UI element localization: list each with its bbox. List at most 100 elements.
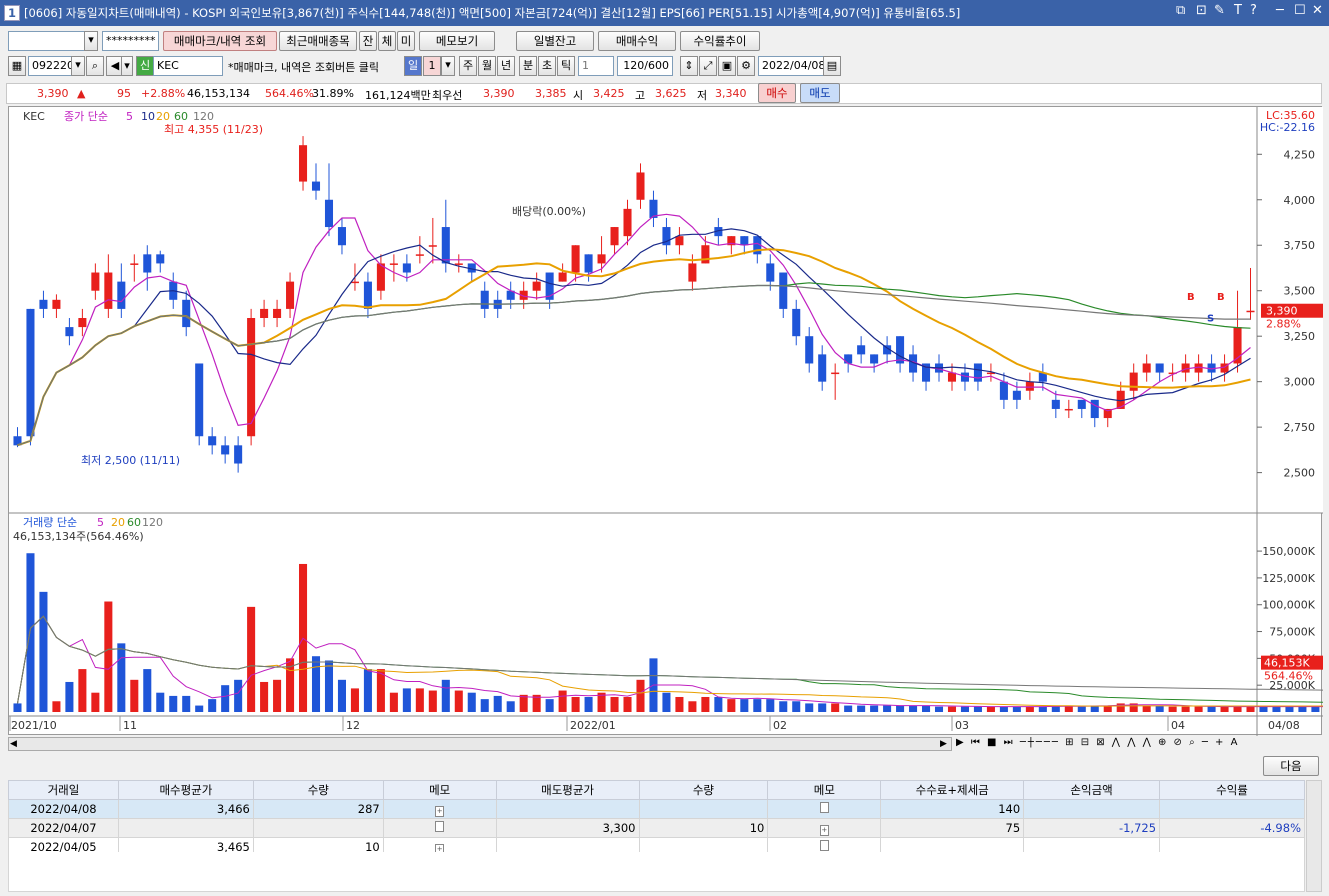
sell-qty <box>638 799 769 819</box>
memo-icon[interactable]: + <box>435 805 445 817</box>
period-month[interactable]: 월 <box>478 56 496 76</box>
unexecuted-button[interactable]: 미 <box>397 31 415 51</box>
period-week[interactable]: 주 <box>459 56 477 76</box>
buy-qty <box>252 818 384 838</box>
memo-cell[interactable] <box>767 799 882 819</box>
period-tick[interactable]: 틱 <box>557 56 575 76</box>
sell-avg: 3,300 <box>495 818 640 838</box>
stock-code-input[interactable]: 092220 <box>28 56 74 76</box>
candle-body <box>376 263 385 291</box>
low-price: 3,340 <box>715 87 747 100</box>
sell-qty: 10 <box>638 818 769 838</box>
chevron-down-icon[interactable]: ▾ <box>121 56 133 76</box>
volume-bar <box>1259 706 1268 712</box>
restore-icon[interactable]: ⧉ <box>1176 3 1185 18</box>
scroll-right-icon[interactable]: ▶ <box>940 739 947 749</box>
hc-label: HC:-22.16 <box>1260 121 1315 134</box>
memo-cell[interactable] <box>382 818 497 838</box>
low-annotation: 최저 2,500 (11/11) <box>81 454 180 467</box>
ask-price: 3,390 <box>483 87 515 100</box>
memo-icon[interactable] <box>819 802 829 813</box>
candle-body <box>973 363 982 382</box>
volume-bar <box>857 705 866 712</box>
chevron-down-icon[interactable]: ▾ <box>441 56 455 76</box>
candle-body <box>286 281 295 309</box>
tick-count[interactable]: 1 <box>578 56 614 76</box>
period-minute[interactable]: 분 <box>519 56 537 76</box>
table-scrollbar[interactable] <box>1306 780 1322 892</box>
memo-icon[interactable] <box>819 840 829 851</box>
gear-icon[interactable]: ⚙ <box>737 56 755 76</box>
sell-button[interactable]: 매도 <box>800 83 840 103</box>
font-icon[interactable]: T <box>1234 3 1242 18</box>
rate-tag: 2.88% <box>1266 318 1301 331</box>
maximize-icon[interactable]: ☐ <box>1294 3 1306 18</box>
period-day[interactable]: 일 <box>404 56 422 76</box>
date-field[interactable]: 2022/04/08 <box>758 56 825 76</box>
executed-button[interactable]: 체 <box>378 31 396 51</box>
candle-body <box>363 281 372 309</box>
buy-marker: B <box>1217 292 1225 303</box>
search-icon[interactable]: ⌕ <box>86 56 104 76</box>
stock-name-field[interactable]: KEC <box>153 56 223 76</box>
hint-text: *매매마크, 내역은 조회버튼 클릭 <box>228 61 380 74</box>
link-icon[interactable]: ⊡ <box>1196 3 1207 18</box>
chevron-down-icon[interactable]: ▾ <box>84 31 98 51</box>
volume-bar <box>610 696 619 712</box>
trade-date: 2022/04/08 <box>8 799 119 819</box>
calendar-icon[interactable]: ▤ <box>823 56 841 76</box>
ma-legend-10: 10 <box>141 110 155 123</box>
close-icon[interactable]: ✕ <box>1312 3 1323 18</box>
candle-body <box>610 227 619 246</box>
volume-bar <box>337 679 346 712</box>
col-header: 수익률 <box>1159 780 1305 800</box>
chart-controls[interactable]: ▶ ⏮ ■ ⏭ ─┼─── ⊞ ⊟ ⊠ ⋀ ⋀ ⋀ ⊕ ⊘ ⌕ ─ + A <box>956 737 1326 751</box>
chart-pane[interactable]: 4,250 4,000 3,750 3,500 3,250 3,000 2,750 2,500… <box>8 106 1329 736</box>
period-year[interactable]: 년 <box>497 56 515 76</box>
next-button[interactable]: 다음 <box>1263 756 1319 776</box>
daily-balance-button[interactable]: 일별잔고 <box>516 31 594 51</box>
minimize-icon[interactable]: ─ <box>1276 3 1284 18</box>
x-tick-label: 04 <box>1171 719 1185 732</box>
recent-trades-button[interactable]: 최근매매종목 <box>279 31 357 51</box>
volume-bar <box>571 696 580 712</box>
scale-icon[interactable]: ⇕ <box>680 56 698 76</box>
volume-bar <box>52 701 61 712</box>
fee-tax: 140 <box>880 799 1025 819</box>
memo-cell[interactable]: + <box>767 818 882 838</box>
memo-cell[interactable]: + <box>382 799 497 819</box>
x-tick-label: 12 <box>346 719 360 732</box>
data-count-field[interactable]: 120/600 <box>617 56 673 76</box>
volume-bar <box>870 705 879 712</box>
return-trend-button[interactable]: 수익률추이 <box>680 31 760 51</box>
tool-icon[interactable]: ⤢ <box>699 56 717 76</box>
trade-profit-button[interactable]: 매매수익 <box>598 31 676 51</box>
memo-icon[interactable]: + <box>819 824 829 836</box>
volume-bar <box>753 699 762 712</box>
scroll-left-icon[interactable]: ◀ <box>10 739 17 749</box>
password-field[interactable]: ********* <box>102 31 159 51</box>
help-icon[interactable]: ? <box>1250 3 1257 18</box>
period-day-count[interactable]: 1 <box>423 56 441 76</box>
mark-query-button[interactable]: 매매마크/내역 조회 <box>163 31 277 51</box>
chevron-down-icon[interactable]: ▾ <box>71 56 85 76</box>
price-volume-chart[interactable]: 4,250 4,000 3,750 3,500 3,250 3,000 2,750 2,500… <box>9 107 1329 736</box>
memo-icon[interactable] <box>435 821 445 832</box>
table-row[interactable]: 2022/04/07 3,300 10 + 75 -1,725 -4.98% <box>8 818 1305 838</box>
layout-icon[interactable]: ▦ <box>8 56 26 76</box>
balance-button[interactable]: 잔 <box>359 31 377 51</box>
candle-body <box>143 254 152 273</box>
volume-bar <box>623 696 632 712</box>
candle-body <box>182 299 191 328</box>
current-price: 3,390 <box>37 87 69 100</box>
memo-view-button[interactable]: 메모보기 <box>419 31 495 51</box>
period-second[interactable]: 초 <box>538 56 556 76</box>
chart-scrollbar[interactable] <box>8 737 952 751</box>
volume-bar <box>441 679 450 712</box>
open-price: 3,425 <box>593 87 625 100</box>
buy-button[interactable]: 매수 <box>758 83 796 103</box>
pin-icon[interactable]: ✎ <box>1214 3 1225 18</box>
table-row[interactable]: 2022/04/08 3,466 287 + 140 <box>8 799 1305 819</box>
candle-body <box>1090 399 1099 419</box>
save-icon[interactable]: ▣ <box>718 56 736 76</box>
